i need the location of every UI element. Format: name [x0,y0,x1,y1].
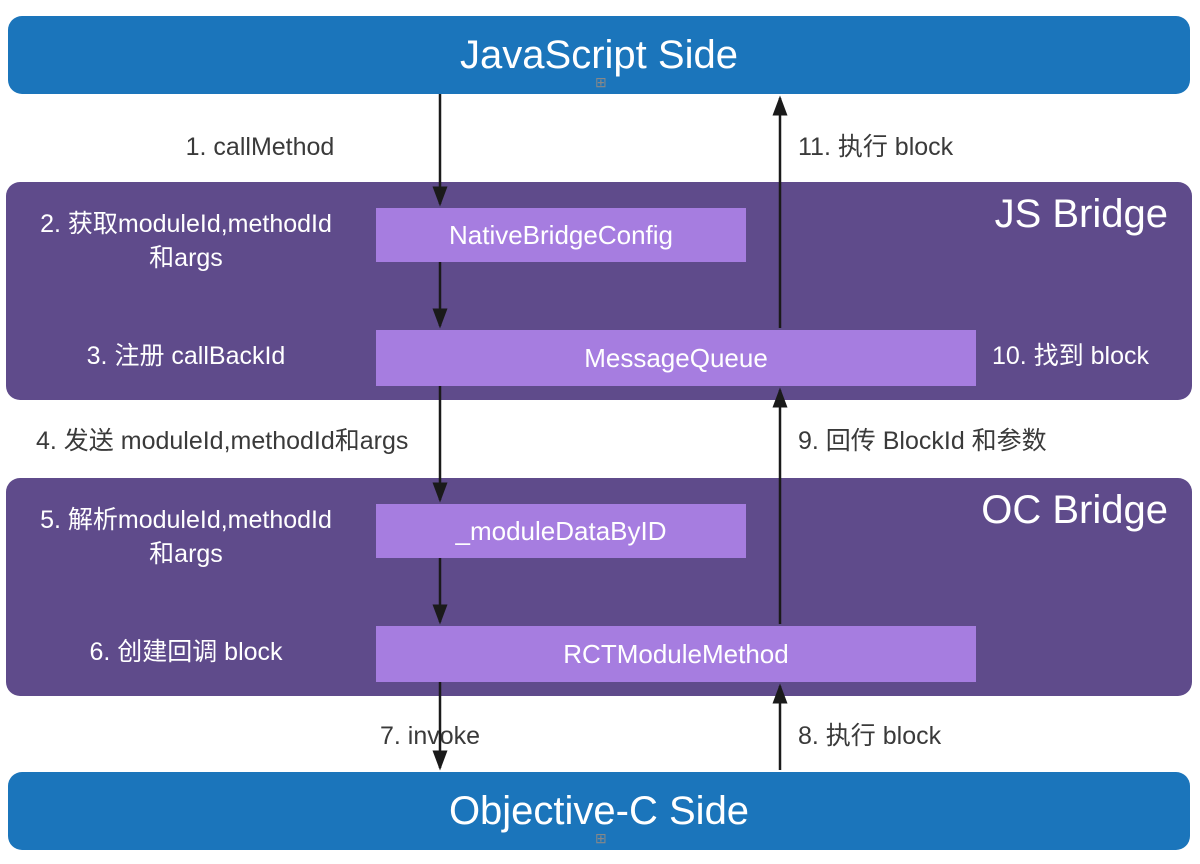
rct-module-method-label: RCTModuleMethod [563,639,788,670]
step-2-label: 2. 获取moduleId,methodId 和args [6,208,366,276]
rct-module-method-box: RCTModuleMethod [376,626,976,682]
objective-c-side-label: Objective-C Side [449,789,749,834]
step-4-label: 4. 发送 moduleId,methodId和args [36,425,456,459]
js-bridge-block: JS Bridge NativeBridgeConfig MessageQueu… [6,182,1192,400]
native-bridge-config-box: NativeBridgeConfig [376,208,746,262]
step-8-label: 8. 执行 block [798,720,1018,754]
step-1-label: 1. callMethod [130,131,390,165]
oc-bridge-title: OC Bridge [981,488,1168,533]
diagram-canvas: JavaScript Side ⊞ JS Bridge NativeBridge… [0,0,1200,864]
module-data-by-id-label: _moduleDataByID [456,516,667,547]
message-queue-label: MessageQueue [584,343,768,374]
step-9-label: 9. 回传 BlockId 和参数 [798,425,1138,459]
oc-bridge-block: OC Bridge _moduleDataByID RCTModuleMetho… [6,478,1192,696]
javascript-side-label: JavaScript Side [460,33,738,78]
step-5-label: 5. 解析moduleId,methodId 和args [6,504,366,572]
step-7-label: 7. invoke [330,720,530,754]
native-bridge-config-label: NativeBridgeConfig [449,220,673,251]
module-data-by-id-box: _moduleDataByID [376,504,746,558]
step-11-label: 11. 执行 block [798,131,1018,165]
js-bridge-title: JS Bridge [995,192,1168,237]
step-3-label: 3. 注册 callBackId [6,340,366,374]
step-10-label: 10. 找到 block [992,340,1192,374]
step-6-label: 6. 创建回调 block [6,636,366,670]
resize-glyph-icon: ⊞ [595,74,607,91]
resize-glyph-icon: ⊞ [595,830,607,847]
message-queue-box: MessageQueue [376,330,976,386]
